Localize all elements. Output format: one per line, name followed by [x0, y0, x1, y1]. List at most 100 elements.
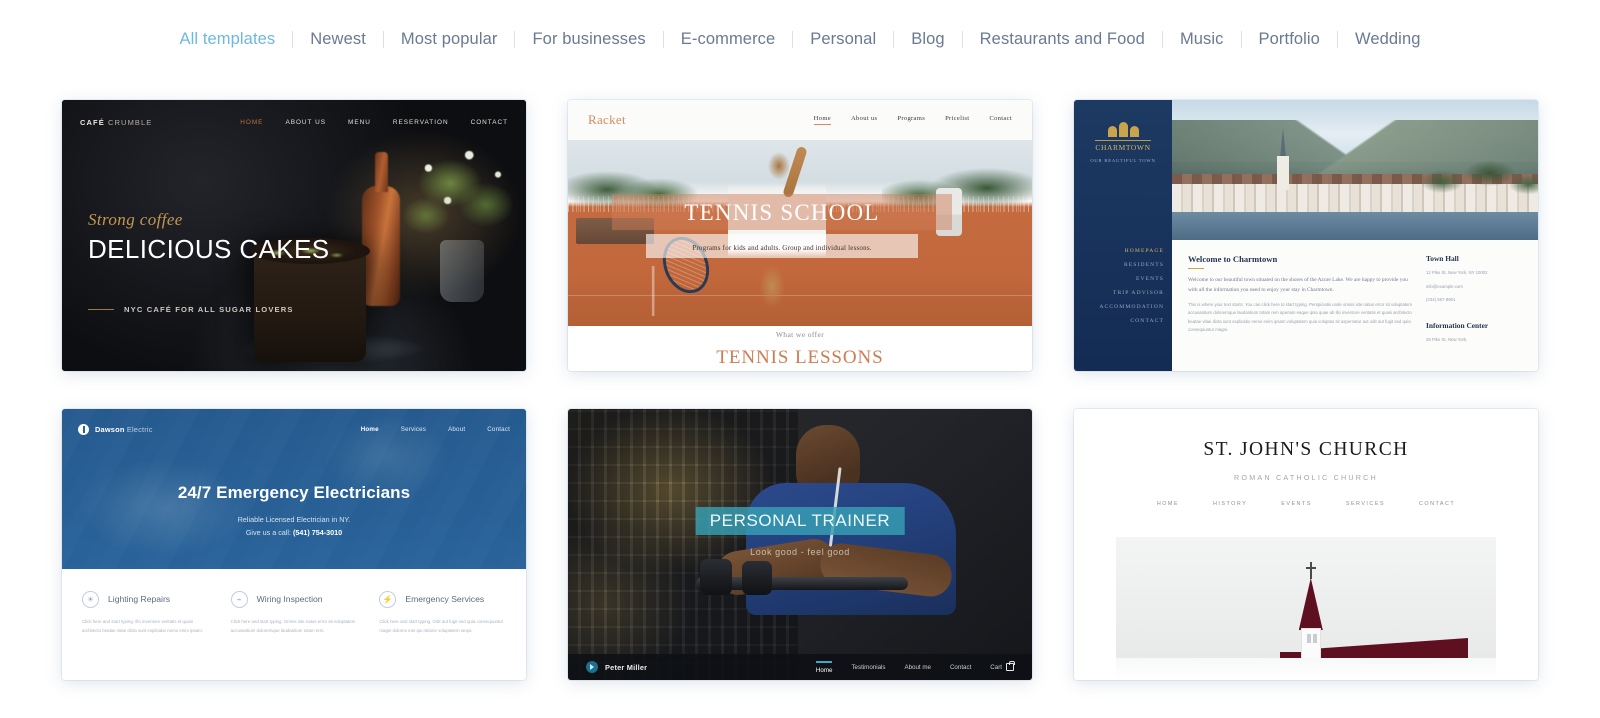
template-preview-charmtown: CHARMTOWN OUR BEAUTIFUL TOWN HOMEPAGE RE… — [1074, 100, 1538, 371]
profile-avatar-icon — [586, 661, 598, 673]
bolt-logo-icon — [78, 423, 89, 435]
category-tab-personal[interactable]: Personal — [793, 31, 893, 48]
charmtown-crest: CHARMTOWN OUR BEAUTIFUL TOWN — [1074, 122, 1172, 163]
nav-link-menu: MENU — [348, 118, 371, 126]
nav-link-pricelist: Pricelist — [945, 115, 970, 122]
hero-headline: 24/7 Emergency Electricians — [177, 483, 411, 502]
nav-link-contact: Contact — [487, 425, 510, 433]
preview-subtitle-church: ROMAN CATHOLIC CHURCH — [1234, 473, 1378, 482]
service-column-wiring-inspection: ⌁ Wiring Inspection Click here and start… — [230, 591, 358, 635]
hero-subtext: Reliable Licensed Electrician in NY. Giv… — [62, 514, 526, 539]
arch-middle — [1118, 122, 1128, 137]
template-card-charmtown[interactable]: CHARMTOWN OUR BEAUTIFUL TOWN HOMEPAGE RE… — [1074, 100, 1538, 371]
arch-right — [1129, 126, 1139, 137]
nav-link-contact: CONTACT — [1419, 501, 1456, 507]
section-body-text: This is where your text starts. You can … — [1188, 302, 1413, 333]
hero-subtitle: Programs for kids and adults. Group and … — [692, 244, 872, 252]
sidebar-email-town-hall: info@example.com — [1426, 283, 1463, 289]
church-photo — [1116, 537, 1496, 680]
sidebar-heading-town-hall: Town Hall — [1426, 254, 1459, 263]
template-preview-cafe-crumble: CAFÉ CRUMBLE HOME ABOUT US MENU RESERVAT… — [62, 100, 526, 371]
church-spire-graphic — [1276, 128, 1290, 190]
nav-link-events: EVENTS — [1135, 276, 1164, 282]
category-tab-newest[interactable]: Newest — [293, 31, 383, 48]
rule-divider — [88, 309, 114, 310]
hero-headline: PERSONAL TRAINER — [709, 511, 891, 530]
preview-nav-dawson: Dawson Electric Home Services About Cont… — [62, 420, 526, 438]
nav-link-residents: RESIDENTS — [1123, 262, 1164, 268]
preview-logo-charmtown: CHARMTOWN — [1095, 140, 1151, 152]
template-card-st-johns-church[interactable]: ST. JOHN'S CHURCH ROMAN CATHOLIC CHURCH … — [1074, 409, 1538, 680]
category-tab-most-popular[interactable]: Most popular — [384, 31, 515, 48]
dumbbell-right-graphic — [742, 561, 772, 595]
arch-left — [1107, 126, 1117, 137]
category-tab-e-commerce[interactable]: E-commerce — [664, 31, 793, 48]
logo-primary: Dawson — [95, 424, 125, 434]
template-preview-personal-trainer: PERSONAL TRAINER Look good - feel good P… — [568, 409, 1032, 680]
preview-nav-cafe: CAFÉ CRUMBLE HOME ABOUT US MENU RESERVAT… — [62, 112, 526, 132]
category-tab-for-businesses[interactable]: For businesses — [515, 31, 662, 48]
hero-headline-band: TENNIS SCHOOL — [612, 194, 952, 230]
preview-nav-links-cafe: HOME ABOUT US MENU RESERVATION CONTACT — [240, 119, 508, 126]
category-tab-restaurants-and-food[interactable]: Restaurants and Food — [963, 31, 1162, 48]
service-text: Click here and start typing. Omnis iste … — [230, 619, 356, 634]
preview-header-church: ST. JOHN'S CHURCH ROMAN CATHOLIC CHURCH … — [1074, 439, 1538, 507]
nav-link-home: Home — [815, 660, 833, 674]
template-category-nav[interactable]: All templates Newest Most popular For bu… — [0, 0, 1600, 78]
preview-nav-links-personal-trainer: Home Testimonials About me Contact Cart — [815, 660, 1015, 674]
category-tab-portfolio[interactable]: Portfolio — [1242, 31, 1337, 48]
logo-secondary: CRUMBLE — [108, 117, 153, 127]
hero-headline: DELICIOUS CAKES — [88, 234, 330, 264]
rule-divider — [1188, 268, 1204, 269]
hero-subtext-line1: Reliable Licensed Electrician in NY. — [237, 515, 351, 524]
hero-headline: TENNIS SCHOOL — [684, 200, 880, 225]
nav-link-reservation: RESERVATION — [392, 118, 449, 126]
preview-nav-tennis: Racket Home About us Programs Pricelist … — [568, 100, 1032, 140]
cross-icon — [1305, 562, 1316, 579]
nav-link-events: EVENTS — [1281, 501, 1312, 507]
nav-link-about-us: ABOUT US — [285, 118, 326, 126]
hero-subtitle-band: Programs for kids and adults. Group and … — [646, 234, 918, 258]
category-tab-music[interactable]: Music — [1163, 31, 1241, 48]
nav-link-testimonials: Testimonials — [851, 663, 886, 671]
service-text: Click here and start typing. Illo invent… — [82, 619, 204, 634]
hero-slogan: Look good - feel good — [750, 547, 850, 557]
nav-link-about-us: About us — [850, 115, 878, 122]
hero-tagline-row: NYC CAFÉ FOR ALL SUGAR LOVERS — [88, 305, 330, 314]
preview-nav-links-charmtown: HOMEPAGE RESIDENTS EVENTS TRIP ADVISOR A… — [1099, 248, 1164, 332]
preview-hero-copy-cafe: Strong coffee DELICIOUS CAKES NYC CAFÉ F… — [88, 210, 330, 314]
category-tab-all-templates[interactable]: All templates — [163, 31, 293, 48]
template-card-personal-trainer[interactable]: PERSONAL TRAINER Look good - feel good P… — [568, 409, 1032, 680]
template-card-racket-tennis[interactable]: Racket Home About us Programs Pricelist … — [568, 100, 1032, 371]
logo-secondary: Electric — [126, 424, 153, 434]
emergency-icon: ⚡ — [379, 591, 397, 608]
nav-link-about: About — [448, 425, 466, 433]
nav-link-contact: CONTACT — [470, 118, 508, 126]
tower-window — [1306, 634, 1311, 643]
section-lead-text: Welcome to our beautiful town situated o… — [1188, 277, 1408, 293]
service-title: Wiring Inspection — [256, 593, 323, 604]
preview-hero-copy-dawson: 24/7 Emergency Electricians Reliable Lic… — [62, 483, 526, 539]
preview-logo-peter-miller: Peter Miller — [605, 662, 648, 672]
template-card-cafe-crumble[interactable]: CAFÉ CRUMBLE HOME ABOUT US MENU RESERVAT… — [62, 100, 526, 371]
preview-logo-slogan: OUR BEAUTIFUL TOWN — [1090, 158, 1156, 163]
category-tab-wedding[interactable]: Wedding — [1338, 31, 1438, 48]
template-preview-st-johns-church: ST. JOHN'S CHURCH ROMAN CATHOLIC CHURCH … — [1074, 409, 1538, 680]
nav-link-home: Home — [813, 115, 831, 125]
service-title: Emergency Services — [405, 593, 485, 604]
hero-headline-band: PERSONAL TRAINER — [695, 507, 905, 535]
service-header: ☀ Lighting Repairs — [82, 591, 209, 608]
preview-logo-cafe: CAFÉ CRUMBLE — [80, 118, 152, 127]
dumbbell-left-graphic — [700, 559, 732, 595]
category-tab-blog[interactable]: Blog — [894, 31, 961, 48]
lightbulb-icon: ☀ — [82, 591, 99, 608]
preview-logo-dawson: Dawson Electric — [95, 425, 153, 434]
town-landscape-photo — [1172, 100, 1538, 240]
flowers-graphic — [402, 140, 522, 248]
service-header: ⌁ Wiring Inspection — [230, 591, 358, 608]
logo-primary: CAFÉ — [80, 117, 105, 127]
preview-logo-church: ST. JOHN'S CHURCH — [1203, 439, 1409, 460]
template-card-dawson-electric[interactable]: Dawson Electric Home Services About Cont… — [62, 409, 526, 680]
nav-link-home: Home — [360, 425, 379, 433]
nav-link-trip-advisor: TRIP ADVISOR — [1112, 290, 1164, 296]
